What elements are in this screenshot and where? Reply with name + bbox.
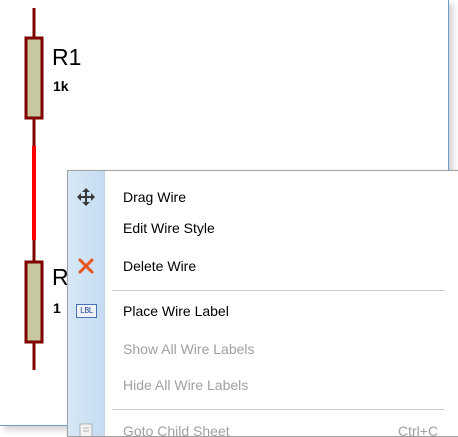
- menu-item-label: Edit Wire Style: [123, 220, 215, 236]
- move-arrows-icon: [77, 188, 95, 206]
- menu-item-edit-wire-style[interactable]: Edit Wire Style: [68, 213, 458, 243]
- menu-item-label: Delete Wire: [123, 258, 197, 274]
- menu-item-shortcut: Ctrl+C: [398, 423, 439, 437]
- menu-item-hide-all-wire-labels[interactable]: Hide All Wire Labels: [68, 370, 458, 400]
- menu-item-label: Drag Wire: [123, 189, 187, 205]
- delete-x-icon: [78, 258, 94, 274]
- r1-value-label[interactable]: 1k: [53, 78, 69, 94]
- menu-item-label: Hide All Wire Labels: [123, 377, 249, 393]
- r1-reference-label[interactable]: R1: [52, 44, 81, 71]
- menu-item-drag-wire[interactable]: Drag Wire: [68, 182, 458, 212]
- wire-label-icon: LBL: [76, 304, 97, 318]
- menu-item-label: Place Wire Label: [123, 303, 229, 319]
- menu-item-label: Show All Wire Labels: [123, 341, 255, 357]
- menu-item-delete-wire[interactable]: Delete Wire: [68, 251, 458, 281]
- menu-separator: [112, 409, 444, 410]
- menu-item-goto-child-sheet[interactable]: Goto Child Sheet Ctrl+C: [68, 416, 458, 437]
- r2-resistor-body[interactable]: [24, 260, 44, 344]
- menu-item-place-wire-label[interactable]: LBL Place Wire Label: [68, 296, 458, 326]
- menu-item-label: Goto Child Sheet: [123, 423, 230, 437]
- menu-item-show-all-wire-labels[interactable]: Show All Wire Labels: [68, 334, 458, 364]
- wire-context-menu: Drag Wire Edit Wire Style Delete Wire LB…: [67, 170, 458, 437]
- menu-separator: [112, 290, 444, 291]
- r2-value-label[interactable]: 1: [53, 300, 61, 316]
- r1-resistor-body[interactable]: [24, 36, 44, 120]
